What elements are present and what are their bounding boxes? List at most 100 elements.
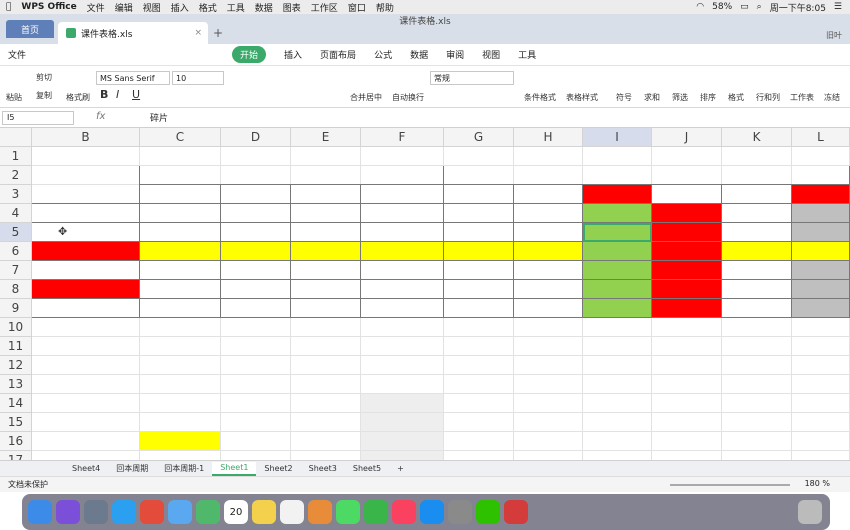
col-header-K[interactable]: K [722, 128, 792, 147]
cell-bg[interactable] [514, 356, 583, 375]
filter-button[interactable]: 筛选 [672, 92, 688, 103]
table-cell[interactable] [221, 299, 291, 318]
cell-bg[interactable] [652, 356, 722, 375]
row-header-13[interactable]: 13 [0, 375, 32, 394]
close-tab-icon[interactable]: × [194, 28, 202, 38]
plan-value[interactable] [291, 413, 361, 432]
table-cell[interactable] [221, 242, 291, 261]
table-cell[interactable] [792, 299, 850, 318]
sheet-tab-回本周期[interactable]: 回本周期 [108, 462, 156, 476]
col-header-F[interactable]: F [361, 128, 444, 147]
cell-bg[interactable] [361, 337, 444, 356]
cell-bg[interactable] [140, 375, 221, 394]
tab-formula[interactable]: 公式 [374, 48, 392, 61]
plan-value[interactable] [140, 432, 221, 451]
font-select[interactable]: MS Sans Serif [96, 71, 170, 85]
control-center-icon[interactable]: ☰ [834, 2, 842, 12]
cell-bg[interactable] [32, 375, 140, 394]
launchpad-icon[interactable] [84, 500, 108, 524]
row-header-5[interactable]: 5 [0, 223, 32, 242]
sheet-tab-Sheet3[interactable]: Sheet3 [301, 462, 345, 476]
cell-bg[interactable] [514, 318, 583, 337]
tab-data[interactable]: 数据 [410, 48, 428, 61]
wechat-icon[interactable] [476, 500, 500, 524]
cell-bg[interactable] [291, 318, 361, 337]
calendar-icon[interactable]: 20 [224, 500, 248, 524]
cell-bg[interactable] [444, 375, 514, 394]
font-size-select[interactable]: 10 [172, 71, 224, 85]
cell-bg[interactable] [140, 356, 221, 375]
col-header-L[interactable]: L [792, 128, 850, 147]
row-label[interactable] [32, 299, 140, 318]
app-name[interactable]: WPS Office [21, 2, 76, 12]
table-cell[interactable] [291, 261, 361, 280]
table-cell[interactable] [652, 223, 722, 242]
table-cell[interactable] [792, 223, 850, 242]
table-cell[interactable] [221, 223, 291, 242]
menu-insert[interactable]: 插入 [171, 1, 189, 14]
cell-bg[interactable] [514, 337, 583, 356]
table-cell[interactable] [652, 242, 722, 261]
table-cell[interactable] [583, 299, 652, 318]
cell-reference-box[interactable]: I5 [2, 111, 74, 125]
cell-bg[interactable] [722, 147, 792, 166]
cell-bg[interactable] [291, 147, 361, 166]
menu-tools[interactable]: 工具 [227, 1, 245, 14]
table-cell[interactable] [722, 280, 792, 299]
table-cell[interactable] [444, 261, 514, 280]
col-header-E[interactable]: E [291, 128, 361, 147]
settings-icon[interactable] [448, 500, 472, 524]
cell-bg[interactable] [792, 394, 850, 413]
messages-icon[interactable] [336, 500, 360, 524]
cell-bg[interactable] [583, 147, 652, 166]
cell-bg[interactable] [792, 356, 850, 375]
col-header-J[interactable]: J [652, 128, 722, 147]
plan-value[interactable] [444, 432, 514, 451]
row-header-2[interactable]: 2 [0, 166, 32, 185]
row-header-9[interactable]: 9 [0, 299, 32, 318]
table-cell[interactable] [444, 223, 514, 242]
col-header-C[interactable]: C [140, 128, 221, 147]
cell-bg[interactable] [221, 147, 291, 166]
cell-bg[interactable] [140, 337, 221, 356]
table-cell[interactable] [361, 204, 444, 223]
user-label[interactable]: 旧叶 [826, 30, 842, 41]
table-cell[interactable] [140, 204, 221, 223]
cell-bg[interactable] [652, 337, 722, 356]
row-header-4[interactable]: 4 [0, 204, 32, 223]
table-cell[interactable] [291, 223, 361, 242]
worksheet-button[interactable]: 工作表 [790, 92, 814, 103]
format-painter-button[interactable]: 格式刷 [66, 92, 90, 103]
cell-bg[interactable] [361, 147, 444, 166]
bold-button[interactable]: B [100, 88, 108, 101]
add-sheet-button[interactable]: + [389, 462, 412, 476]
row-header-8[interactable]: 8 [0, 280, 32, 299]
finder-icon[interactable] [28, 500, 52, 524]
row-header-3[interactable]: 3 [0, 185, 32, 204]
cell-bg[interactable] [221, 337, 291, 356]
table-cell[interactable] [291, 242, 361, 261]
table-cell[interactable] [361, 223, 444, 242]
table-cell[interactable] [652, 299, 722, 318]
cell-bg[interactable] [32, 337, 140, 356]
cell-bg[interactable] [32, 356, 140, 375]
cell-bg[interactable] [652, 318, 722, 337]
plan-value[interactable] [361, 413, 444, 432]
table-cell[interactable] [652, 261, 722, 280]
safari-icon[interactable] [112, 500, 136, 524]
cell-bg[interactable] [514, 147, 583, 166]
table-cell[interactable] [361, 242, 444, 261]
cell-bg[interactable] [361, 375, 444, 394]
battery-level[interactable]: 58% [712, 2, 732, 12]
col-header-H[interactable]: H [514, 128, 583, 147]
row-col-button[interactable]: 行和列 [756, 92, 780, 103]
table-cell[interactable] [583, 204, 652, 223]
appstore-icon[interactable] [420, 500, 444, 524]
table-cell[interactable] [140, 280, 221, 299]
sheet-tab-Sheet4[interactable]: Sheet4 [64, 462, 108, 476]
plan-value[interactable] [140, 413, 221, 432]
table-cell[interactable] [792, 280, 850, 299]
wps-icon[interactable] [504, 500, 528, 524]
table-cell[interactable] [291, 299, 361, 318]
menu-data[interactable]: 数据 [255, 1, 273, 14]
